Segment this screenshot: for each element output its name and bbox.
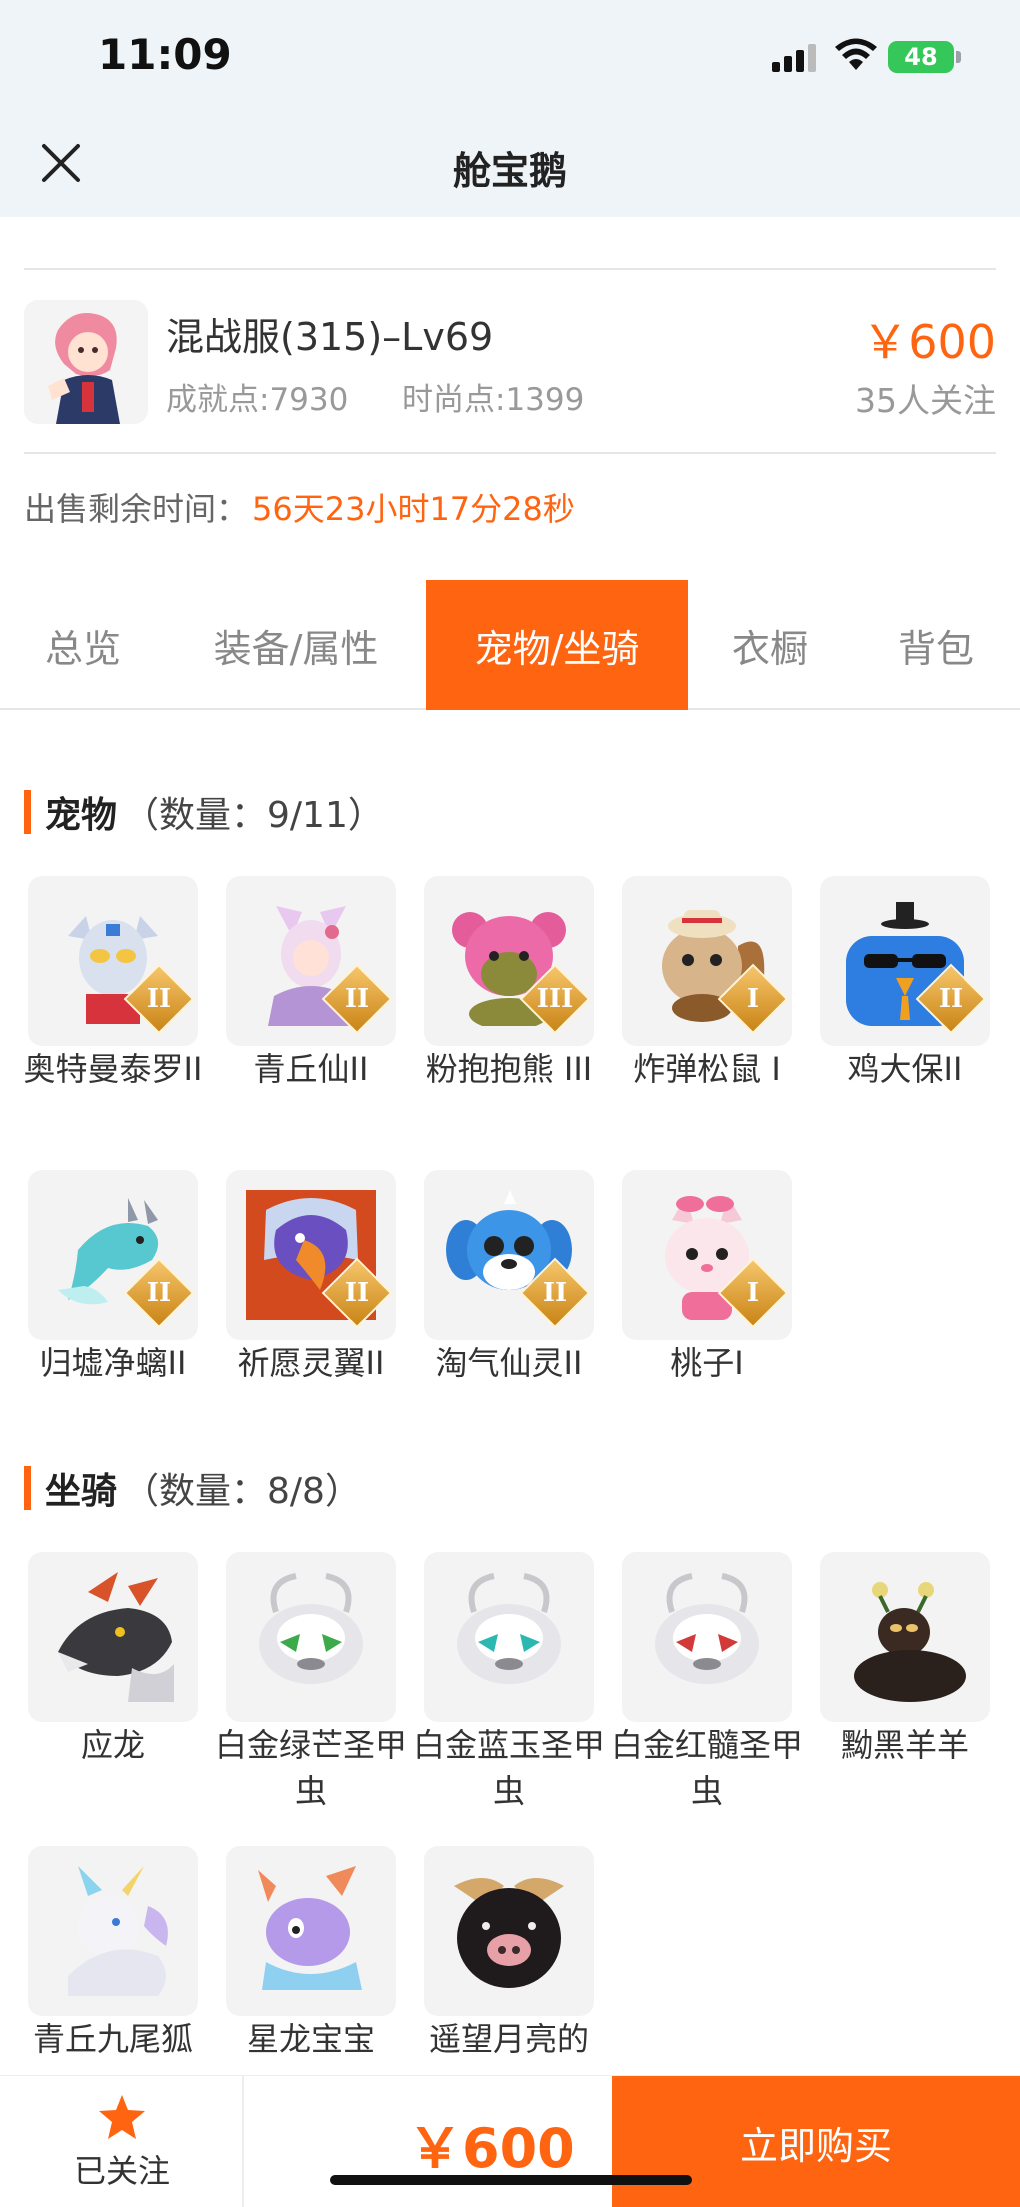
tab-pets-mounts[interactable]: 宠物/坐骑 xyxy=(426,580,688,710)
status-time: 11:09 xyxy=(98,30,232,79)
pet-card[interactable]: III xyxy=(424,876,594,1046)
cellular-signal-icon xyxy=(772,44,816,72)
mount-card[interactable] xyxy=(226,1846,396,2016)
pet-card[interactable]: I xyxy=(622,876,792,1046)
character-avatar-icon xyxy=(24,300,148,424)
mount-card[interactable] xyxy=(424,1552,594,1722)
mount-name: 白金绿芒圣甲虫 xyxy=(214,1726,407,1810)
remaining-time-label: 出售剩余时间： xyxy=(24,490,249,528)
bottom-price: ￥600 xyxy=(408,2117,575,2180)
battery-icon: 48 xyxy=(888,41,954,73)
pet-card[interactable]: II xyxy=(424,1170,594,1340)
mount-name: 星龙宝宝 xyxy=(246,2020,375,2058)
tab-overview[interactable]: 总览 xyxy=(20,580,146,710)
mount-card[interactable] xyxy=(226,1552,396,1722)
mount-name: 应龙 xyxy=(80,1726,145,1764)
grade-text: II xyxy=(146,984,172,1014)
grade-text: III xyxy=(536,984,574,1014)
pets-count: （数量：9/11） xyxy=(123,795,384,836)
mount-name: 黝黑羊羊 xyxy=(840,1726,969,1764)
buy-now-button[interactable]: 立即购买 xyxy=(612,2076,1020,2207)
mounts-title: 坐骑 xyxy=(45,1471,118,1512)
pet-card[interactable]: II xyxy=(226,1170,396,1340)
beetle-red-mount-icon xyxy=(655,1573,759,1684)
pet-name: 淘气仙灵II xyxy=(435,1344,583,1382)
section-accent-bar xyxy=(24,790,31,834)
pet-card[interactable]: II xyxy=(28,1170,198,1340)
remaining-time-value: 56天23小时17分28秒 xyxy=(252,490,575,528)
pet-name: 青丘仙II xyxy=(253,1050,369,1088)
grade-text: II xyxy=(344,984,370,1014)
pet-card[interactable]: I xyxy=(622,1170,792,1340)
black-dragon-mount-icon xyxy=(58,1572,174,1702)
black-pig-mount-icon xyxy=(454,1878,564,1988)
grade-text: II xyxy=(542,1278,568,1308)
wifi-icon xyxy=(835,38,877,70)
account-price: ￥600 xyxy=(862,315,996,369)
mount-card[interactable] xyxy=(28,1846,198,2016)
section-accent-bar xyxy=(24,1466,31,1510)
achievement-points: 成就点:7930 xyxy=(166,382,349,418)
star-icon xyxy=(99,2095,145,2139)
beetle-blue-mount-icon xyxy=(457,1573,561,1684)
follow-button[interactable]: 已关注 xyxy=(0,2076,244,2207)
mount-card[interactable] xyxy=(820,1552,990,1722)
nine-tail-fox-mount-icon xyxy=(68,1866,168,1996)
tab-wardrobe[interactable]: 衣橱 xyxy=(712,580,828,710)
server-name: 混战服(315)–Lv69 xyxy=(166,315,494,359)
home-indicator[interactable] xyxy=(330,2175,692,2185)
grade-text: II xyxy=(938,984,964,1014)
mounts-count: （数量：8/8） xyxy=(123,1471,361,1512)
pet-name: 粉抱抱熊 III xyxy=(425,1050,593,1088)
pets-title: 宠物 xyxy=(45,795,118,836)
fashion-points: 时尚点:1399 xyxy=(402,382,585,418)
pet-card[interactable]: II xyxy=(820,876,990,1046)
mount-name: 白金蓝玉圣甲虫 xyxy=(412,1726,605,1810)
tab-backpack[interactable]: 背包 xyxy=(876,580,996,710)
mount-card[interactable] xyxy=(622,1552,792,1722)
pet-name: 鸡大保II xyxy=(847,1050,963,1088)
pet-name: 祈愿灵翼II xyxy=(237,1344,385,1382)
grade-text: I xyxy=(746,1278,760,1308)
follower-count: 35人关注 xyxy=(855,381,996,420)
grade-text: II xyxy=(146,1278,172,1308)
mount-card[interactable] xyxy=(28,1552,198,1722)
pet-name: 炸弹松鼠 I xyxy=(633,1050,781,1088)
pet-name: 桃子I xyxy=(670,1344,744,1382)
pet-card[interactable]: II xyxy=(226,876,396,1046)
pet-card[interactable]: II xyxy=(28,876,198,1046)
divider xyxy=(24,268,996,270)
mount-name: 遥望月亮的 xyxy=(428,2020,589,2058)
mount-name: 白金红髓圣甲虫 xyxy=(610,1726,803,1810)
tab-bar: 总览 装备/属性 宠物/坐骑 衣橱 背包 xyxy=(0,580,1020,710)
black-sheep-mount-icon xyxy=(854,1582,966,1702)
pets-section-title: 宠物 （数量：9/11） xyxy=(24,786,384,838)
tab-equipment[interactable]: 装备/属性 xyxy=(196,580,396,710)
pet-name: 奥特曼泰罗II xyxy=(23,1050,203,1088)
grade-text: II xyxy=(344,1278,370,1308)
bottom-action-bar: 已关注 ￥600 立即购买 xyxy=(0,2075,1020,2207)
pet-name: 归墟净螭II xyxy=(39,1344,187,1382)
mount-card[interactable] xyxy=(424,1846,594,2016)
avatar xyxy=(24,300,148,424)
mounts-section-title: 坐骑 （数量：8/8） xyxy=(24,1462,361,1514)
divider xyxy=(24,452,996,454)
follow-label: 已关注 xyxy=(73,2152,170,2190)
page-title: 舱宝鹅 xyxy=(452,149,567,193)
top-bar: 11:09 48 舱宝鹅 xyxy=(0,0,1020,217)
grade-text: I xyxy=(746,984,760,1014)
beetle-green-mount-icon xyxy=(259,1573,363,1684)
star-dragon-mount-icon xyxy=(258,1866,362,1990)
mount-name: 青丘九尾狐 xyxy=(32,2020,193,2058)
battery-tip xyxy=(956,51,961,63)
